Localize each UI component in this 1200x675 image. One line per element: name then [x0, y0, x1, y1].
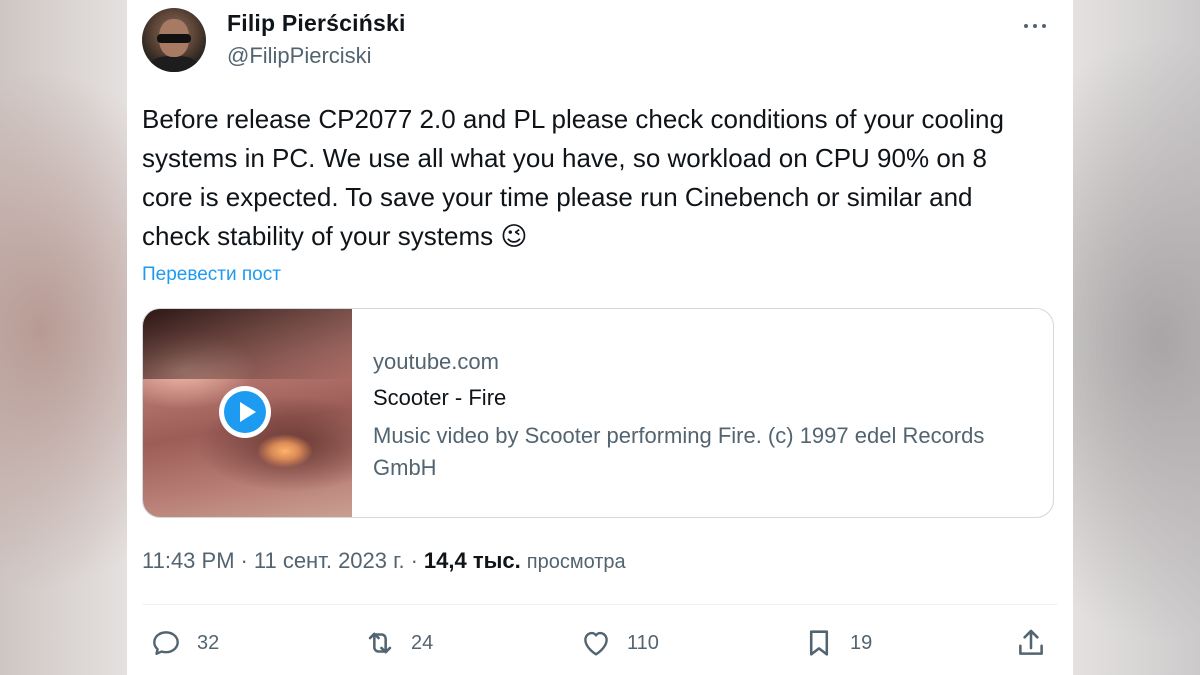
tweet-card: Filip Pierściński @FilipPierciski Before… [127, 0, 1073, 675]
like-icon [584, 631, 608, 656]
link-preview-card[interactable]: youtube.com Scooter - Fire Music video b… [142, 308, 1054, 518]
thumbnail-shadow [143, 309, 352, 379]
more-dots-icon [1033, 24, 1037, 28]
link-domain: youtube.com [373, 349, 499, 374]
repost-icon [368, 632, 392, 654]
meta-separator: · [410, 548, 418, 573]
repost-button[interactable]: 24 [363, 626, 433, 660]
avatar-shirt [148, 56, 200, 72]
more-dots-icon [1024, 24, 1028, 28]
play-button-circle [224, 391, 266, 433]
avatar[interactable] [142, 8, 206, 72]
divider [142, 604, 1058, 605]
share-icon [1019, 629, 1043, 655]
bookmark-icon [809, 630, 829, 656]
play-button[interactable] [219, 386, 271, 438]
reply-button[interactable]: 32 [149, 626, 219, 660]
link-description: Music video by Scooter performing Fire. … [373, 423, 985, 480]
video-thumbnail[interactable] [143, 309, 352, 517]
tweet-time[interactable]: 11:43 PM [142, 548, 235, 574]
views-label: просмотра [526, 551, 626, 573]
more-options-button[interactable] [1017, 12, 1053, 40]
bookmark-button[interactable]: 19 [802, 626, 872, 660]
action-bar: 32 24 110 19 [127, 620, 1073, 666]
repost-count: 24 [411, 631, 434, 654]
share-button[interactable] [1014, 626, 1048, 660]
link-title: Scooter - Fire [373, 385, 507, 410]
meta-separator: · [240, 548, 248, 573]
bookmark-count: 19 [850, 631, 873, 654]
views-count: 14,4 тыс. [423, 548, 521, 573]
translate-link[interactable]: Перевести пост [142, 264, 281, 286]
author-name[interactable]: Filip Pierściński [227, 10, 406, 37]
play-icon [239, 402, 256, 422]
like-button[interactable]: 110 [579, 626, 659, 660]
like-count: 110 [627, 631, 659, 654]
more-dots-icon [1042, 24, 1046, 28]
author-handle[interactable]: @FilipPierciski [227, 43, 372, 69]
tweet-date[interactable]: 11 сент. 2023 г. [254, 548, 405, 574]
avatar-sunglasses [157, 34, 191, 43]
tweet-text: Before release CP2077 2.0 and PL please … [142, 104, 1004, 251]
reply-icon [153, 631, 179, 655]
tweet-meta: 11:43 PM · 11 сент. 2023 г. · 14,4 тыс. … [142, 548, 626, 574]
reply-count: 32 [197, 631, 220, 654]
